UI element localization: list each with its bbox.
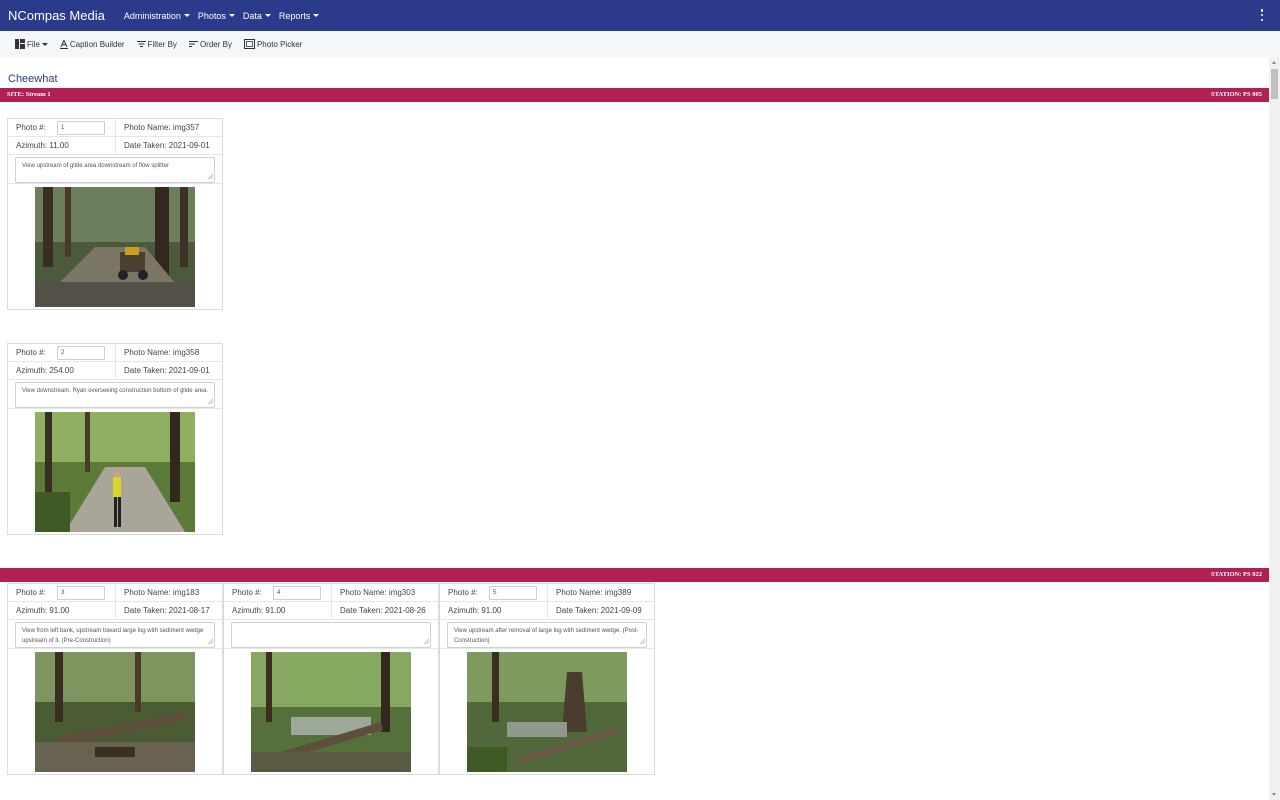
date-taken: Date Taken: 2021-08-17 [124,606,210,615]
site-header-bar: SITE: Stream 1 STATION: PS 005 [0,88,1269,102]
photo-picker-button[interactable]: Photo Picker [243,39,302,49]
site-header-bar: STATION: PS 022 [0,568,1269,582]
date-taken: Date Taken: 2021-08-26 [340,606,426,615]
caret-down-icon [183,14,190,17]
forest-photo[interactable] [467,651,627,772]
resize-grip-icon[interactable] [640,639,645,644]
menu-reports[interactable]: Reports [279,11,320,21]
photo-card: Photo #: Photo Name: img389 Azimuth: 91.… [439,583,655,775]
caption-textarea[interactable] [231,622,431,648]
caret-down-icon [264,14,271,17]
file-button[interactable]: File [15,39,48,49]
sort-icon [188,41,198,47]
text-icon [59,39,68,49]
station-label: STATION: PS 005 [1210,91,1262,98]
photo-number-label: Photo #: [232,588,262,597]
filter-by-button[interactable]: Filter By [136,40,177,49]
grid-icon [15,39,25,49]
forest-photo[interactable] [35,186,195,307]
photo-name: Photo Name: img303 [340,588,416,597]
scroll-up-arrow-icon[interactable] [1272,61,1276,64]
caption-textarea[interactable] [15,157,215,183]
azimuth: Azimuth: 11.00 [8,137,116,154]
scroll-down-arrow-icon[interactable] [1272,793,1276,796]
filter-icon [136,41,146,47]
top-navbar: NCompas Media Administration Photos Data… [0,0,1280,31]
menu-data[interactable]: Data [243,11,271,21]
date-taken: Date Taken: 2021-09-09 [556,606,642,615]
photo-number-label: Photo #: [448,588,478,597]
caret-down-icon [41,42,48,46]
photo-name: Photo Name: img183 [124,588,200,597]
resize-grip-icon[interactable] [208,174,213,179]
resize-grip-icon[interactable] [208,639,213,644]
resize-grip-icon[interactable] [424,639,429,644]
photo-number-input[interactable] [56,345,105,360]
photo-name: Photo Name: img357 [124,123,200,132]
photo-number-label: Photo #: [16,348,46,357]
photo-name: Photo Name: img358 [124,348,200,357]
main-content: Cheewhat SITE: Stream 1 STATION: PS 005 … [0,57,1269,800]
photo-card: Photo #: Photo Name: img357 Azimuth: 11.… [7,118,223,310]
photo-number-label: Photo #: [16,588,46,597]
photo-number-input[interactable] [56,585,105,600]
date-taken: Date Taken: 2021-09-01 [124,366,210,375]
vertical-scrollbar[interactable] [1269,57,1280,800]
photo-number-input[interactable] [488,585,537,600]
caption-builder-button[interactable]: Caption Builder [59,39,125,49]
photo-number-label: Photo #: [16,123,46,132]
forest-photo[interactable] [35,411,195,532]
resize-grip-icon[interactable] [208,399,213,404]
order-by-button[interactable]: Order By [188,40,232,49]
caption-textarea[interactable] [447,622,647,648]
photo-picker-icon [243,39,255,49]
photo-card: Photo #: Photo Name: img183 Azimuth: 91.… [7,583,223,775]
date-taken: Date Taken: 2021-09-01 [124,141,210,150]
app-brand[interactable]: NCompas Media [8,8,105,23]
azimuth: Azimuth: 91.00 [8,602,116,619]
forest-photo[interactable] [35,651,195,772]
project-title: Cheewhat [8,73,58,85]
station-label: STATION: PS 022 [1210,571,1262,578]
caret-down-icon [228,14,235,17]
photo-card: Photo #: Photo Name: img303 Azimuth: 91.… [223,583,439,775]
menu-photos[interactable]: Photos [198,11,235,21]
caret-down-icon [313,14,320,17]
caption-textarea[interactable] [15,622,215,648]
photo-number-input[interactable] [272,585,321,600]
azimuth: Azimuth: 91.00 [224,602,332,619]
azimuth: Azimuth: 254.00 [8,362,116,379]
scroll-thumb[interactable] [1271,69,1278,99]
forest-photo[interactable] [251,651,411,772]
photo-name: Photo Name: img389 [556,588,632,597]
photo-card: Photo #: Photo Name: img358 Azimuth: 254… [7,343,223,535]
photo-number-input[interactable] [56,120,105,135]
menu-administration[interactable]: Administration [124,11,190,21]
caption-textarea[interactable] [15,382,215,408]
kebab-menu-icon[interactable] [1260,9,1264,21]
site-label: SITE: Stream 1 [7,91,51,98]
toolbar: File Caption Builder Filter By Order By … [0,31,1280,57]
azimuth: Azimuth: 91.00 [440,602,548,619]
